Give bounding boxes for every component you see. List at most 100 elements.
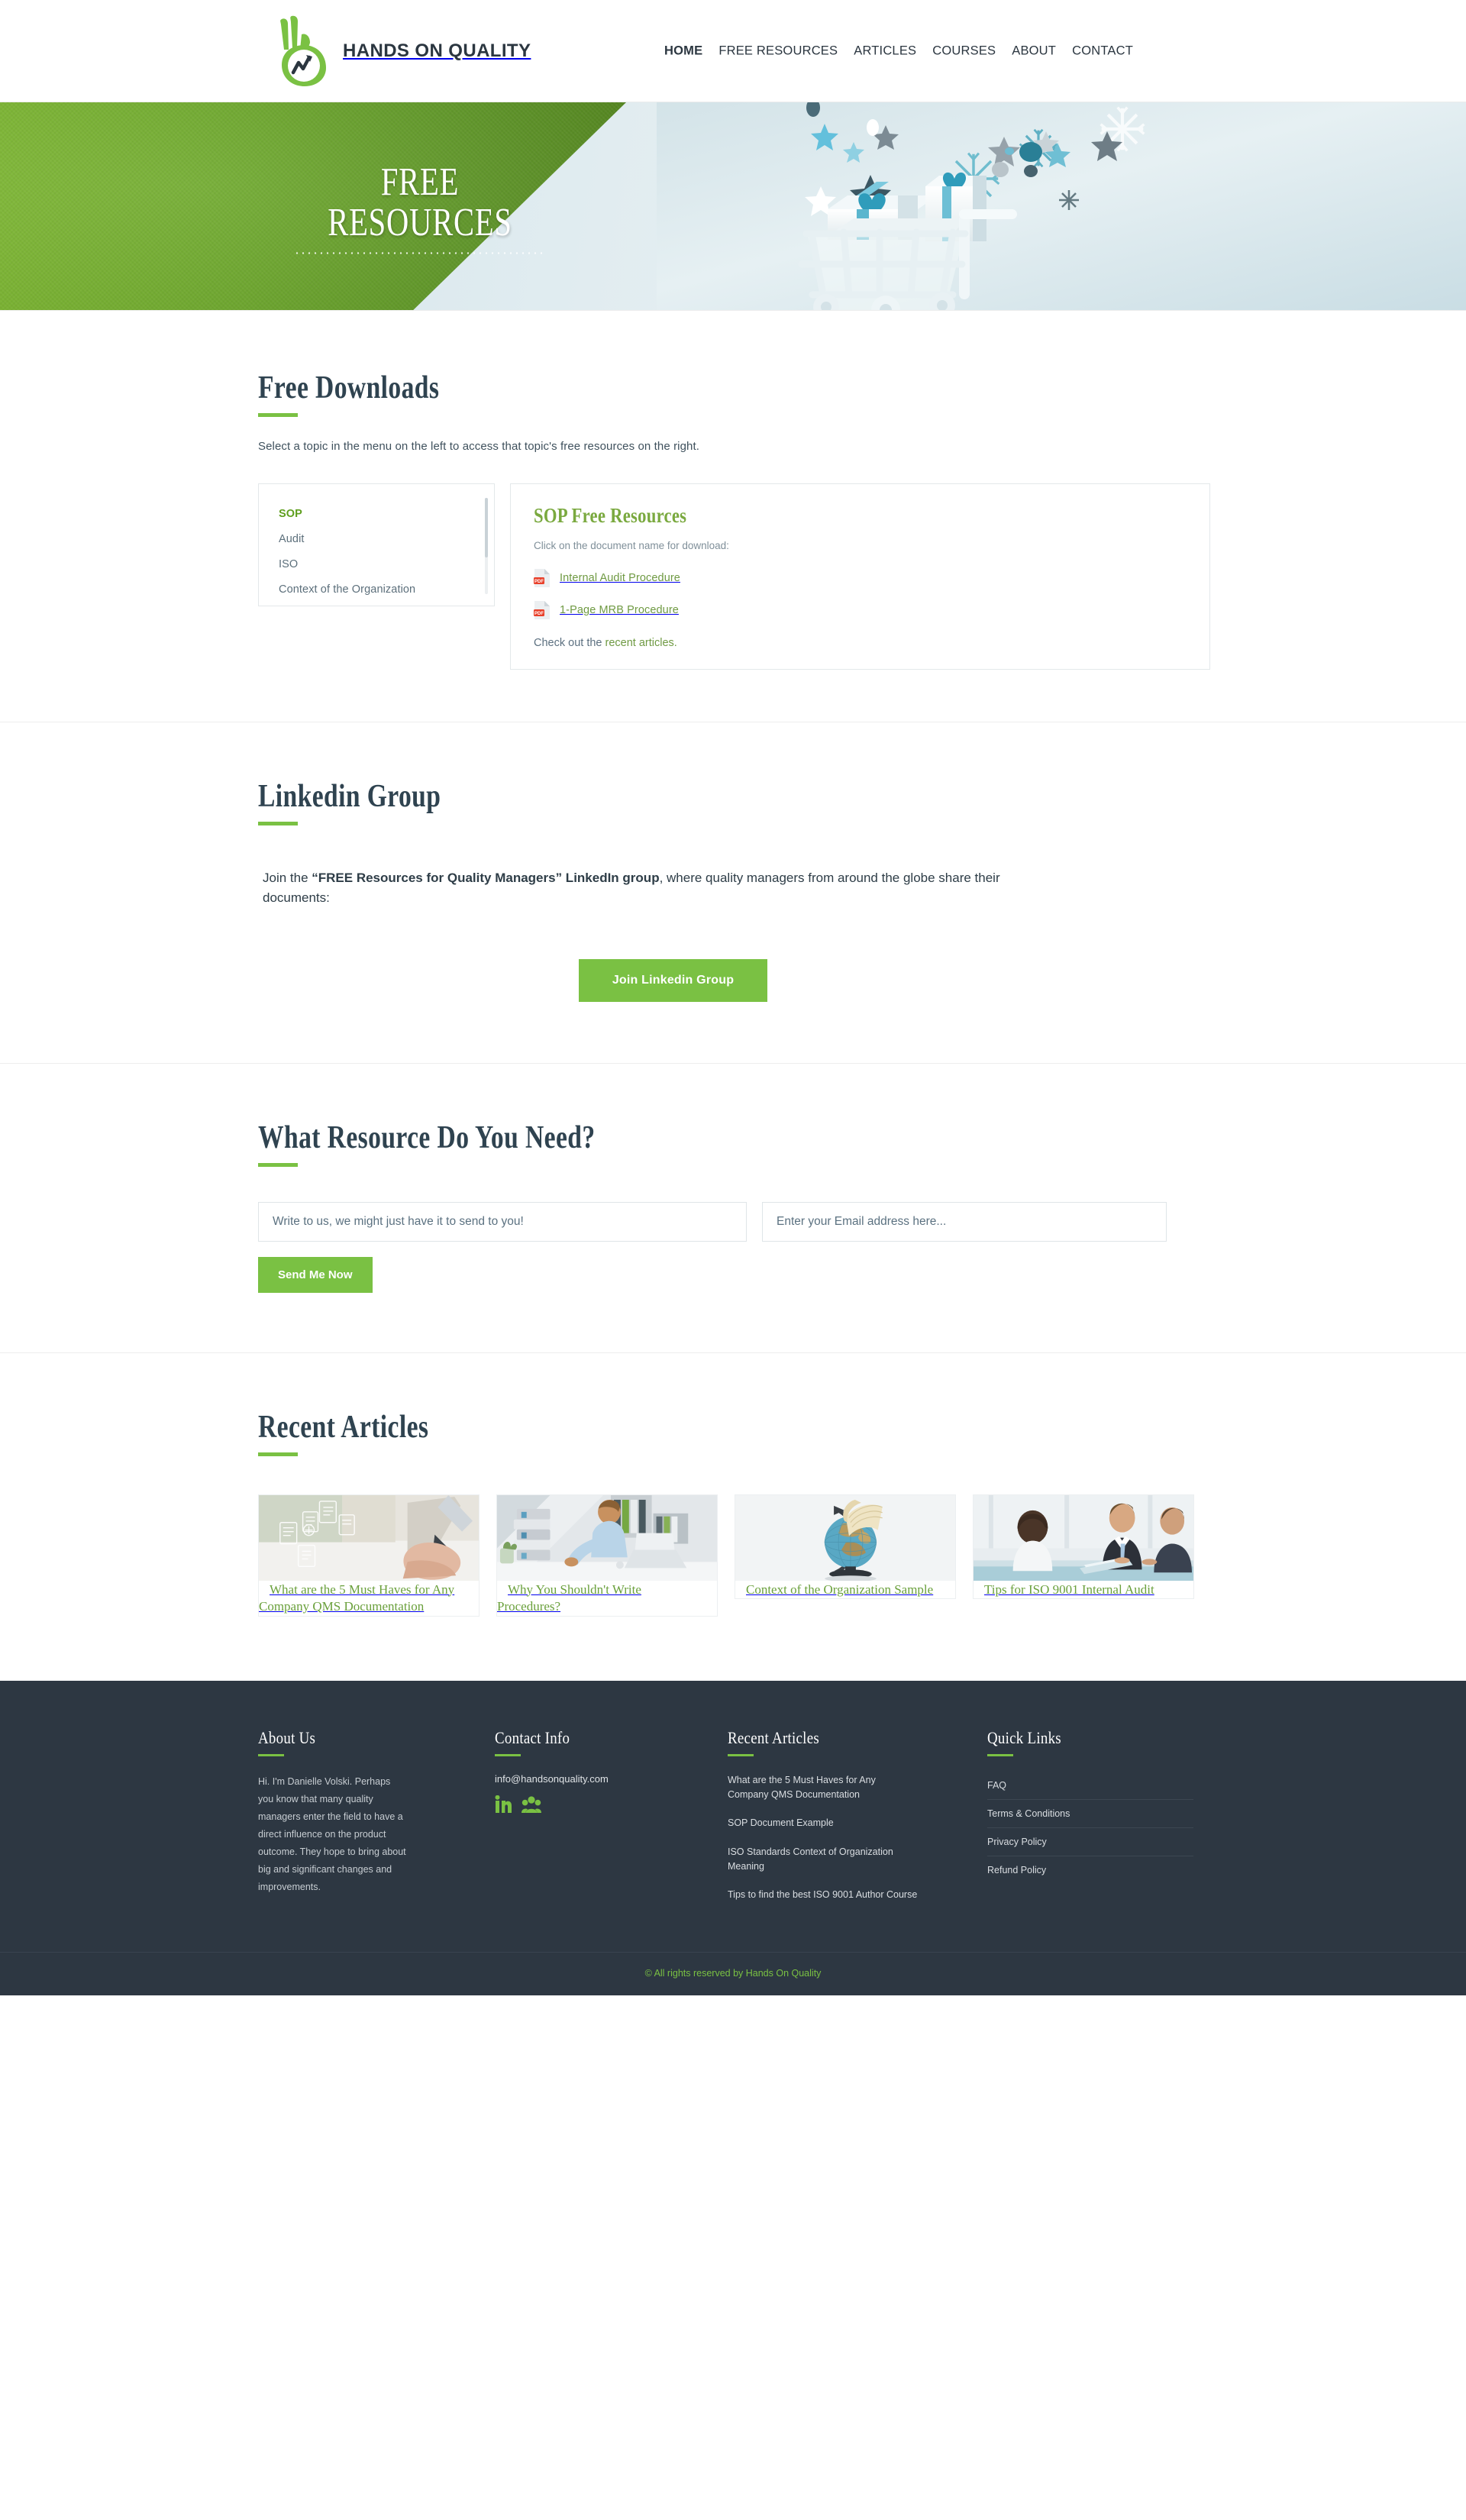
article-card[interactable]: Tips for ISO 9001 Internal Audit bbox=[973, 1494, 1194, 1600]
list-item: SOP Document Example bbox=[728, 1816, 987, 1830]
footer-heading-underline bbox=[728, 1753, 754, 1756]
footer-recent-heading: Recent Articles bbox=[728, 1727, 819, 1747]
pdf-file-icon: PDF bbox=[534, 601, 550, 619]
globe-with-book-image bbox=[735, 1494, 955, 1581]
site-footer: About Us Hi. I'm Danielle Volski. Perhap… bbox=[0, 1680, 1466, 1952]
resource-request-title: What Resource Do You Need? bbox=[258, 1119, 596, 1155]
title-underline bbox=[258, 1162, 298, 1167]
list-item: Tips to find the best ISO 9001 Author Co… bbox=[728, 1888, 987, 1902]
article-card[interactable]: Context of the Organization Sample bbox=[735, 1494, 956, 1600]
list-item: Terms & Conditions bbox=[987, 1800, 1193, 1828]
nav-item-articles[interactable]: ARTICLES bbox=[854, 44, 916, 58]
linkedin-icon bbox=[495, 1795, 512, 1813]
article-card[interactable]: Why You Shouldn't Write Procedures? bbox=[496, 1494, 718, 1617]
footer-heading-underline bbox=[987, 1753, 1013, 1756]
footer-recent-list: What are the 5 Must Haves for Any Compan… bbox=[728, 1773, 987, 1903]
resources-footer-note: Check out the recent articles. bbox=[534, 637, 1187, 649]
article-thumbnail bbox=[259, 1494, 479, 1581]
download-link-label: Internal Audit Procedure bbox=[560, 572, 680, 584]
footer-quick-heading: Quick Links bbox=[987, 1727, 1061, 1747]
email-input[interactable] bbox=[762, 1201, 1167, 1242]
site-logo[interactable]: HANDS ON QUALITY bbox=[271, 15, 531, 88]
hero-cart-illustration bbox=[657, 102, 1466, 310]
nav-item-about[interactable]: ABOUT bbox=[1012, 44, 1056, 58]
footer-recent-link[interactable]: Tips to find the best ISO 9001 Author Co… bbox=[728, 1888, 919, 1902]
article-thumbnail bbox=[735, 1494, 955, 1581]
footer-contact-email[interactable]: info@handsonquality.com bbox=[495, 1773, 728, 1785]
topic-item-audit[interactable]: Audit bbox=[279, 526, 474, 551]
footer-social-links bbox=[495, 1795, 728, 1814]
resources-panel-title: SOP Free Resources bbox=[534, 504, 687, 527]
topic-menu-card: SOP Audit ISO Context of the Organizatio… bbox=[258, 483, 495, 606]
linkedin-icon-link[interactable] bbox=[495, 1795, 512, 1814]
download-link-1-page-mrb-procedure[interactable]: PDF 1-Page MRB Procedure bbox=[534, 600, 1187, 620]
pdf-file-icon: PDF bbox=[534, 569, 550, 587]
article-thumbnail bbox=[974, 1494, 1193, 1581]
business-meeting-image bbox=[974, 1494, 1193, 1581]
nav-item-home[interactable]: HOME bbox=[664, 44, 702, 58]
list-item: Privacy Policy bbox=[987, 1828, 1193, 1856]
title-underline bbox=[258, 1452, 298, 1456]
linkedin-group-section: Linkedin Group Join the “FREE Resources … bbox=[0, 722, 1466, 1063]
free-downloads-lede: Select a topic in the menu on the left t… bbox=[258, 440, 700, 453]
quick-link-faq[interactable]: FAQ bbox=[987, 1772, 1193, 1799]
footer-recent-link[interactable]: ISO Standards Context of Organization Me… bbox=[728, 1845, 919, 1875]
article-card[interactable]: What are the 5 Must Haves for Any Compan… bbox=[258, 1494, 480, 1617]
send-me-now-button[interactable]: Send Me Now bbox=[258, 1256, 373, 1293]
free-downloads-title: Free Downloads bbox=[258, 370, 440, 405]
svg-text:PDF: PDF bbox=[534, 612, 544, 616]
hand-chart-logo-icon bbox=[280, 15, 326, 86]
join-linkedin-group-button[interactable]: Join Linkedin Group bbox=[578, 958, 768, 1002]
linkedin-button-row: Join Linkedin Group bbox=[258, 958, 1210, 1002]
hero-title-line-2: RESOURCES bbox=[328, 201, 512, 245]
quick-link-refund-policy[interactable]: Refund Policy bbox=[987, 1856, 1193, 1884]
linkedin-body-pre: Join the bbox=[263, 871, 312, 885]
hand-writing-document-icon-image bbox=[259, 1494, 479, 1581]
copyright-text: © All rights reserved by Hands On Qualit… bbox=[644, 1967, 822, 1979]
footer-recent-link[interactable]: SOP Document Example bbox=[728, 1816, 919, 1830]
group-people-icon-link[interactable] bbox=[521, 1795, 541, 1814]
group-people-icon bbox=[521, 1795, 541, 1813]
page-root: HANDS ON QUALITY HOME FREE RESOURCES ART… bbox=[0, 0, 1466, 1995]
footer-column-contact: Contact Info info@handsonquality.com bbox=[495, 1728, 728, 1917]
nav-item-courses[interactable]: COURSES bbox=[932, 44, 996, 58]
topic-item-iso[interactable]: ISO bbox=[279, 551, 474, 577]
topic-item-context-of-the-organization[interactable]: Context of the Organization bbox=[279, 577, 474, 602]
topic-item-sop[interactable]: SOP bbox=[279, 501, 474, 526]
hero-title-line-1: FREE bbox=[380, 160, 460, 204]
nav-item-contact[interactable]: CONTACT bbox=[1072, 44, 1133, 58]
footer-quick-list: FAQ Terms & Conditions Privacy Policy Re… bbox=[987, 1772, 1193, 1884]
downloads-panels: SOP Audit ISO Context of the Organizatio… bbox=[258, 483, 1210, 670]
resource-request-form bbox=[258, 1201, 1210, 1242]
quick-link-terms-conditions[interactable]: Terms & Conditions bbox=[987, 1800, 1193, 1827]
hero-banner: FREE RESOURCES bbox=[0, 102, 1466, 310]
resource-request-section: What Resource Do You Need? Send Me Now bbox=[0, 1063, 1466, 1352]
resource-need-input[interactable] bbox=[258, 1201, 747, 1242]
main-navigation: HOME FREE RESOURCES ARTICLES COURSES ABO… bbox=[664, 44, 1133, 58]
footer-recent-link[interactable]: What are the 5 Must Haves for Any Compan… bbox=[728, 1773, 919, 1803]
footer-heading-underline bbox=[258, 1753, 284, 1756]
topic-list-scrollbar[interactable] bbox=[485, 498, 488, 594]
list-item: FAQ bbox=[987, 1772, 1193, 1800]
list-item: ISO Standards Context of Organization Me… bbox=[728, 1845, 987, 1875]
recent-articles-section: Recent Articles What are the 5 Must Have… bbox=[0, 1352, 1466, 1681]
quick-link-privacy-policy[interactable]: Privacy Policy bbox=[987, 1828, 1193, 1856]
nav-item-free-resources[interactable]: FREE RESOURCES bbox=[718, 44, 838, 58]
hero-title-block: FREE RESOURCES bbox=[275, 160, 565, 255]
download-link-internal-audit-procedure[interactable]: PDF Internal Audit Procedure bbox=[534, 568, 1187, 588]
footer-column-recent-articles: Recent Articles What are the 5 Must Have… bbox=[728, 1728, 987, 1917]
resources-panel: SOP Free Resources Click on the document… bbox=[510, 483, 1210, 670]
topic-list: SOP Audit ISO Context of the Organizatio… bbox=[259, 501, 494, 606]
recent-articles-link[interactable]: recent articles. bbox=[605, 637, 677, 649]
topic-item-management-review[interactable]: Management Review bbox=[279, 602, 474, 606]
resources-panel-subtitle: Click on the document name for download: bbox=[534, 540, 729, 551]
footer-column-about: About Us Hi. I'm Danielle Volski. Perhap… bbox=[258, 1728, 495, 1917]
title-underline bbox=[258, 413, 298, 417]
title-underline bbox=[258, 822, 298, 825]
download-link-label: 1-Page MRB Procedure bbox=[560, 604, 679, 616]
hero-dotted-rule bbox=[294, 252, 546, 255]
site-header: HANDS ON QUALITY HOME FREE RESOURCES ART… bbox=[0, 0, 1466, 102]
svg-text:PDF: PDF bbox=[534, 580, 544, 584]
article-thumbnail bbox=[497, 1494, 717, 1581]
footer-column-quick-links: Quick Links FAQ Terms & Conditions Priva… bbox=[987, 1728, 1193, 1917]
